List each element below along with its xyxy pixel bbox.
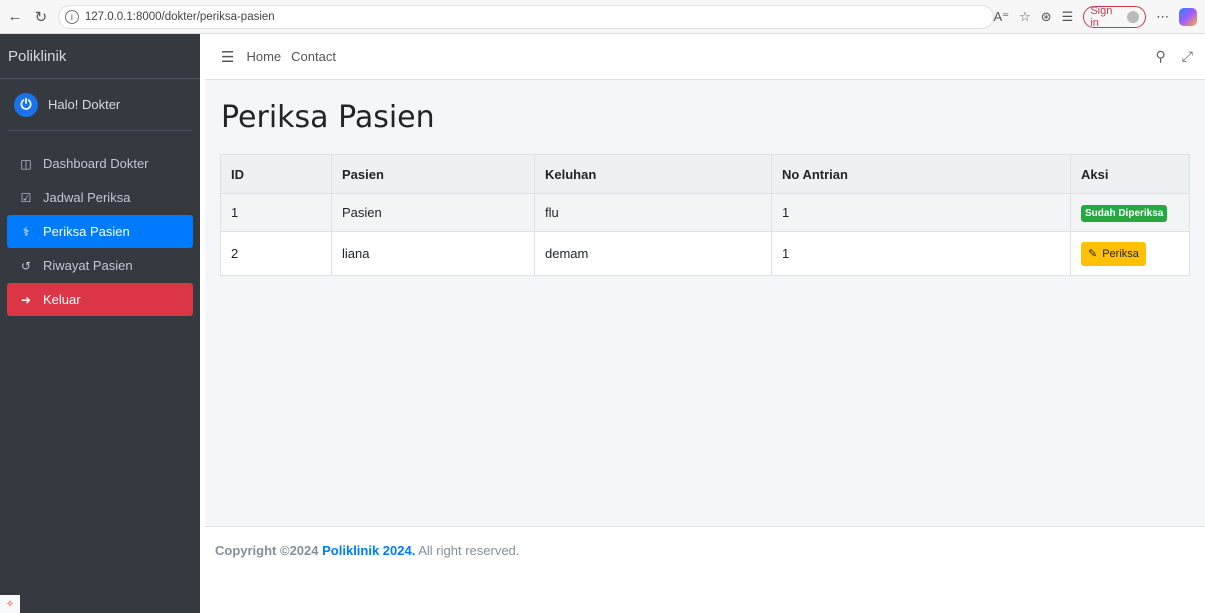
sidebar-item-label: Periksa Pasien (43, 224, 130, 239)
sidebar: Poliklinik ⏻ Halo! Dokter ◫ Dashboard Do… (0, 34, 200, 613)
footer-copyright: Copyright ©2024 (215, 543, 319, 558)
dashboard-icon: ◫ (20, 156, 32, 171)
cell-no-antrian: 1 (771, 193, 1071, 232)
sign-out-icon: ➜ (20, 292, 32, 307)
navbar-right-actions: ⚲ ⤢ (1156, 48, 1193, 65)
sidebar-item-riwayat-pasien[interactable]: ↺ Riwayat Pasien (7, 249, 193, 282)
cell-id: 2 (220, 231, 332, 276)
favorites-list-icon[interactable]: ☰ (1062, 9, 1074, 25)
user-panel[interactable]: ⏻ Halo! Dokter (8, 79, 192, 131)
sidebar-menu: ◫ Dashboard Dokter ☑ Jadwal Periksa ⚕ Pe… (0, 147, 200, 316)
sign-in-button[interactable]: Sign in (1083, 4, 1147, 29)
patients-table: ID Pasien Keluhan No Antrian Aksi 1 Pasi… (220, 154, 1190, 276)
cell-pasien: Pasien (331, 193, 535, 232)
column-header-no-antrian: No Antrian (771, 154, 1071, 194)
copilot-icon[interactable] (1179, 7, 1198, 26)
sidebar-item-keluar[interactable]: ➜ Keluar (7, 283, 193, 316)
column-header-id: ID (220, 154, 332, 194)
hamburger-menu-icon[interactable]: ☰ (221, 48, 234, 66)
sidebar-item-periksa-pasien[interactable]: ⚕ Periksa Pasien (7, 215, 193, 248)
fullscreen-icon[interactable]: ⤢ (1182, 48, 1193, 65)
edit-icon: ✎ (1088, 248, 1098, 260)
address-bar[interactable]: i 127.0.0.1:8000/dokter/periksa-pasien (57, 4, 994, 29)
laravel-logo-icon: ✧ (0, 595, 20, 613)
sidebar-item-dashboard-dokter[interactable]: ◫ Dashboard Dokter (7, 147, 193, 180)
nav-link-contact[interactable]: Contact (291, 49, 336, 64)
reload-icon[interactable]: ↻ (30, 6, 52, 28)
sign-in-label: Sign in (1090, 4, 1113, 29)
site-info-icon[interactable]: i (64, 9, 79, 24)
search-icon[interactable]: ⚲ (1156, 48, 1166, 65)
profile-avatar-icon (1127, 10, 1140, 23)
stethoscope-icon: ⚕ (22, 224, 30, 239)
status-badge: Sudah Diperiksa (1081, 204, 1168, 222)
brand-link[interactable]: Poliklinik (0, 34, 200, 79)
cell-aksi: ✎ Periksa (1070, 231, 1190, 276)
sidebar-item-label: Keluar (43, 292, 81, 307)
extensions-icon[interactable]: ⊛ (1041, 9, 1052, 25)
brand-text: Poliklinik (8, 47, 67, 65)
sidebar-item-label: Riwayat Pasien (43, 258, 133, 273)
cell-id: 1 (220, 193, 332, 232)
browser-toolbar: ← ↻ i 127.0.0.1:8000/dokter/periksa-pasi… (0, 0, 1205, 34)
table-header-row: ID Pasien Keluhan No Antrian Aksi (220, 154, 1190, 194)
cell-keluhan: demam (534, 231, 772, 276)
sidebar-item-label: Jadwal Periksa (43, 190, 131, 205)
read-aloud-icon[interactable]: A⁼ (994, 9, 1010, 25)
cell-keluhan: flu (534, 193, 772, 232)
cell-pasien: liana (331, 231, 535, 276)
browser-actions: A⁼ ☆ ⊛ ☰ Sign in ⋯ (994, 4, 1198, 29)
sidebar-item-jadwal-periksa[interactable]: ☑ Jadwal Periksa (7, 181, 193, 214)
page-title: Periksa Pasien (221, 100, 435, 135)
periksa-button-label: Periksa (1102, 247, 1139, 260)
cell-no-antrian: 1 (771, 231, 1071, 276)
user-name: Halo! Dokter (48, 97, 121, 112)
column-header-keluhan: Keluhan (534, 154, 772, 194)
url-text: 127.0.0.1:8000/dokter/periksa-pasien (84, 10, 275, 23)
footer-rights: All right reserved. (418, 543, 520, 558)
content-wrapper: Periksa Pasien ID Pasien Keluhan No Antr… (205, 80, 1205, 526)
sidebar-item-label: Dashboard Dokter (43, 156, 149, 171)
more-options-icon[interactable]: ⋯ (1156, 9, 1169, 25)
calendar-check-icon: ☑ (20, 190, 32, 205)
footer-brand-link[interactable]: Poliklinik 2024. (322, 543, 415, 558)
power-icon: ⏻ (14, 92, 38, 117)
back-icon[interactable]: ← (4, 6, 26, 28)
top-navbar: ☰ Home Contact ⚲ ⤢ (205, 34, 1205, 80)
table-row: 2 liana demam 1 ✎ Periksa (220, 231, 1190, 276)
table-row: 1 Pasien flu 1 Sudah Diperiksa (220, 193, 1190, 232)
footer: Copyright ©2024 Poliklinik 2024. All rig… (205, 526, 1205, 613)
nav-link-home[interactable]: Home (246, 49, 281, 64)
history-icon: ↺ (20, 258, 32, 273)
column-header-aksi: Aksi (1070, 154, 1190, 194)
column-header-pasien: Pasien (331, 154, 535, 194)
cell-aksi: Sudah Diperiksa (1070, 193, 1190, 232)
periksa-button[interactable]: ✎ Periksa (1081, 241, 1146, 266)
favorite-star-icon[interactable]: ☆ (1019, 9, 1031, 25)
